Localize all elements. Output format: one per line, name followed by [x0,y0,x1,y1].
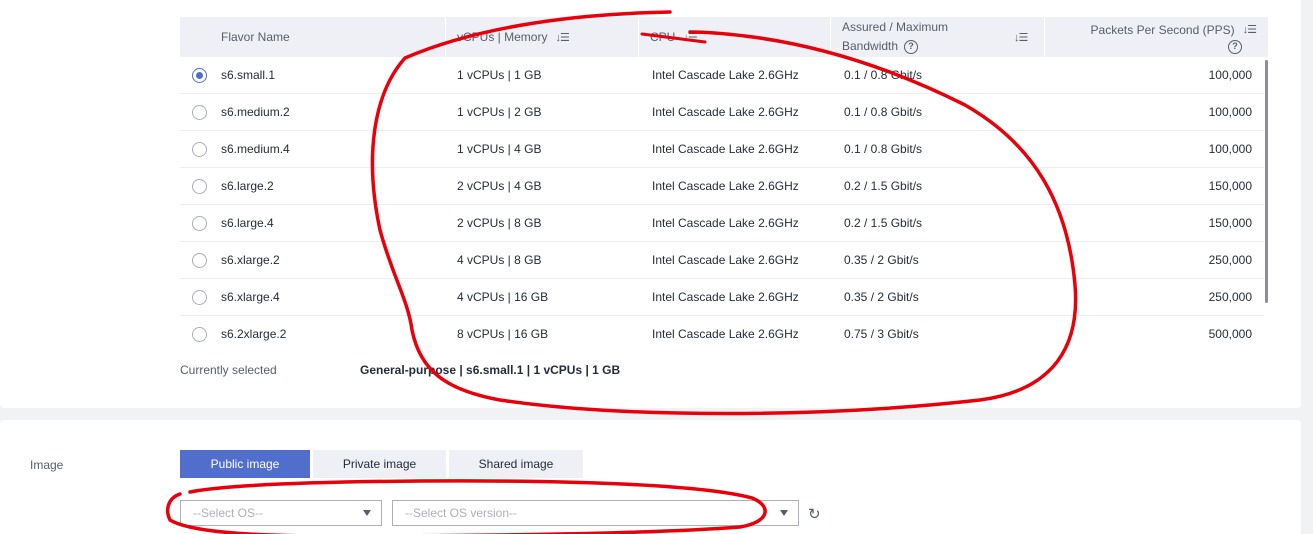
os-version-select[interactable]: --Select OS version-- [392,500,799,526]
image-type-tabs: Public image Private image Shared image [180,450,583,478]
tab-shared-image[interactable]: Shared image [449,450,583,478]
cell-flavor-name: s6.medium.2 [221,105,290,119]
sort-icon[interactable]: ↓☰ [1014,31,1028,44]
cell-bandwidth: 0.35 / 2 Gbit/s [844,253,919,267]
chevron-down-icon [780,510,788,516]
os-version-select-placeholder: --Select OS version-- [405,506,518,520]
sort-icon[interactable]: ↓☰ [555,31,569,44]
currently-selected-label: Currently selected [180,363,277,377]
flavor-radio[interactable] [192,68,207,83]
table-row[interactable]: s6.xlarge.2 4 vCPUs | 8 GB Intel Cascade… [180,242,1264,279]
cell-bandwidth: 0.1 / 0.8 Gbit/s [844,105,923,119]
currently-selected-value: General-purpose | s6.small.1 | 1 vCPUs |… [360,363,621,377]
cell-flavor-name: s6.medium.4 [221,142,290,156]
cell-cpu: Intel Cascade Lake 2.6GHz [652,253,799,267]
flavor-radio[interactable] [192,327,207,342]
image-label: Image [30,458,64,472]
os-select-placeholder: --Select OS-- [193,506,264,520]
header-cpu[interactable]: CPU ↓☰ [650,17,698,57]
cell-pps: 100,000 [1208,105,1252,119]
sort-icon-wrap: ↓☰ [1006,17,1028,57]
table-row[interactable]: s6.medium.2 1 vCPUs | 2 GB Intel Cascade… [180,94,1264,131]
cell-cpu: Intel Cascade Lake 2.6GHz [652,290,799,304]
tab-public-image[interactable]: Public image [180,450,310,478]
cell-vcpus-memory: 2 vCPUs | 4 GB [457,179,542,193]
cell-flavor-name: s6.small.1 [221,68,276,82]
flavor-radio[interactable] [192,142,207,157]
cell-flavor-name: s6.large.4 [221,216,274,230]
cell-vcpus-memory: 1 vCPUs | 4 GB [457,142,542,156]
cell-pps: 250,000 [1208,290,1252,304]
header-divider [1044,17,1045,57]
table-row[interactable]: s6.2xlarge.2 8 vCPUs | 16 GB Intel Casca… [180,316,1264,346]
cell-bandwidth: 0.75 / 3 Gbit/s [844,327,919,341]
cell-flavor-name: s6.xlarge.4 [221,290,280,304]
cell-bandwidth: 0.1 / 0.8 Gbit/s [844,68,923,82]
cell-pps: 250,000 [1208,253,1252,267]
cell-bandwidth: 0.1 / 0.8 Gbit/s [844,142,923,156]
header-flavor-name: Flavor Name [221,30,290,44]
header-divider [830,17,831,57]
table-row[interactable]: s6.small.1 1 vCPUs | 1 GB Intel Cascade … [180,57,1264,94]
cell-vcpus-memory: 2 vCPUs | 8 GB [457,216,542,230]
table-header: Flavor Name vCPUs | Memory ↓☰ CPU ↓☰ Ass… [180,17,1268,57]
cell-bandwidth: 0.2 / 1.5 Gbit/s [844,216,923,230]
flavor-radio[interactable] [192,216,207,231]
table-row[interactable]: s6.xlarge.4 4 vCPUs | 16 GB Intel Cascad… [180,279,1264,316]
cell-cpu: Intel Cascade Lake 2.6GHz [652,327,799,341]
header-divider [445,17,446,57]
question-circle-icon[interactable]: ? [1228,39,1242,54]
chevron-down-icon [363,510,371,516]
cell-flavor-name: s6.large.2 [221,179,274,193]
cell-pps: 100,000 [1208,68,1252,82]
cell-bandwidth: 0.35 / 2 Gbit/s [844,290,919,304]
cell-flavor-name: s6.2xlarge.2 [221,327,287,341]
header-vcpus-memory[interactable]: vCPUs | Memory ↓☰ [457,17,570,57]
sort-icon[interactable]: ↓☰ [683,31,697,44]
cell-vcpus-memory: 1 vCPUs | 2 GB [457,105,542,119]
cell-bandwidth: 0.2 / 1.5 Gbit/s [844,179,923,193]
flavor-radio[interactable] [192,253,207,268]
flavor-radio[interactable] [192,179,207,194]
header-bandwidth[interactable]: Assured / Maximum Bandwidth ? [842,17,1022,57]
question-circle-icon[interactable]: ? [904,39,919,54]
tab-private-image[interactable]: Private image [313,450,446,478]
cell-vcpus-memory: 1 vCPUs | 1 GB [457,68,542,82]
cell-cpu: Intel Cascade Lake 2.6GHz [652,179,799,193]
os-select[interactable]: --Select OS-- [180,500,382,526]
cell-vcpus-memory: 4 vCPUs | 8 GB [457,253,542,267]
cell-cpu: Intel Cascade Lake 2.6GHz [652,105,799,119]
refresh-icon[interactable]: ↻ [808,505,821,523]
flavor-radio[interactable] [192,290,207,305]
cell-pps: 100,000 [1208,142,1252,156]
cell-pps: 500,000 [1208,327,1252,341]
table-row[interactable]: s6.large.2 2 vCPUs | 4 GB Intel Cascade … [180,168,1264,205]
cell-vcpus-memory: 8 vCPUs | 16 GB [457,327,549,341]
flavor-radio[interactable] [192,105,207,120]
cell-vcpus-memory: 4 vCPUs | 16 GB [457,290,549,304]
table-row[interactable]: s6.medium.4 1 vCPUs | 4 GB Intel Cascade… [180,131,1264,168]
table-scrollbar[interactable] [1265,60,1268,303]
sort-icon[interactable]: ↓☰ [1243,21,1257,40]
table-row[interactable]: s6.large.4 2 vCPUs | 8 GB Intel Cascade … [180,205,1264,242]
table-body: s6.small.1 1 vCPUs | 1 GB Intel Cascade … [180,57,1268,346]
cell-flavor-name: s6.xlarge.2 [221,253,280,267]
cell-pps: 150,000 [1208,179,1252,193]
header-divider [638,17,639,57]
cell-cpu: Intel Cascade Lake 2.6GHz [652,216,799,230]
header-pps[interactable]: Packets Per Second (PPS) ↓☰ ? [1072,17,1257,57]
flavor-table: Flavor Name vCPUs | Memory ↓☰ CPU ↓☰ Ass… [180,17,1268,346]
cell-cpu: Intel Cascade Lake 2.6GHz [652,142,799,156]
cell-pps: 150,000 [1208,216,1252,230]
cell-cpu: Intel Cascade Lake 2.6GHz [652,68,799,82]
